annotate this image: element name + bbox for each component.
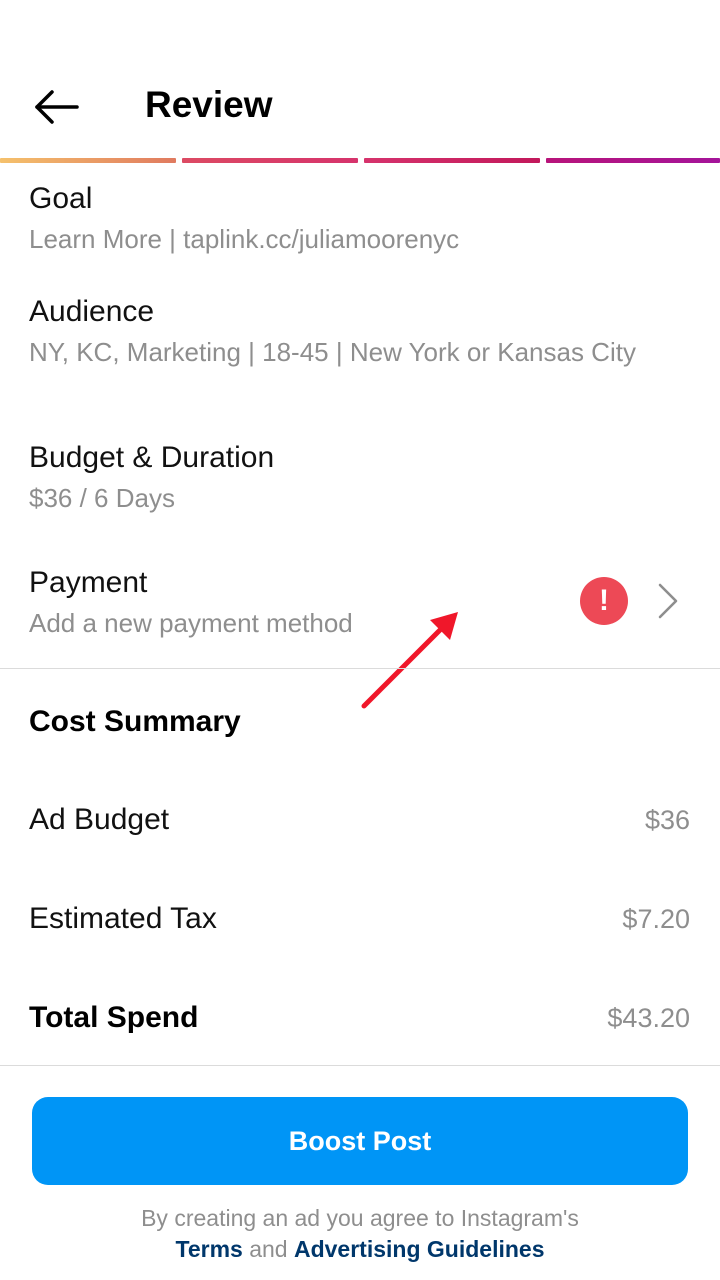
audience-title: Audience: [29, 295, 155, 328]
cost-summary-title: Cost Summary: [29, 705, 241, 738]
total-spend-label: Total Spend: [29, 1001, 199, 1034]
goal-value: Learn More | taplink.cc/juliamoorenyc: [29, 224, 460, 254]
total-spend-value: $43.20: [607, 1003, 690, 1033]
progress-segment-1: [0, 158, 176, 163]
estimated-tax-value: $7.20: [622, 904, 690, 934]
back-button[interactable]: [26, 82, 86, 132]
audience-value: NY, KC, Marketing | 18-45 | New York or …: [29, 337, 636, 367]
boost-post-button[interactable]: Boost Post: [32, 1097, 688, 1185]
chevron-right-icon[interactable]: [652, 580, 684, 622]
payment-value: Add a new payment method: [29, 608, 353, 638]
progress-bar: [0, 158, 720, 163]
progress-segment-2: [182, 158, 358, 163]
section-divider: [0, 668, 720, 669]
footer-divider: [0, 1065, 720, 1066]
ad-budget-label: Ad Budget: [29, 803, 170, 836]
exclamation-circle-icon: !: [580, 577, 628, 625]
estimated-tax-label: Estimated Tax: [29, 902, 217, 935]
legal-prefix: By creating an ad you agree to Instagram…: [141, 1205, 579, 1231]
legal-links: Terms and Advertising Guidelines: [0, 1234, 720, 1265]
legal-and: and: [249, 1236, 288, 1262]
progress-segment-4: [546, 158, 720, 163]
page-title: Review: [145, 84, 273, 125]
advertising-guidelines-link[interactable]: Advertising Guidelines: [294, 1236, 545, 1262]
terms-link[interactable]: Terms: [176, 1236, 243, 1262]
boost-review-screen: Review Goal Learn More | taplink.cc/juli…: [0, 0, 720, 1280]
budget-duration-title: Budget & Duration: [29, 441, 275, 474]
payment-title: Payment: [29, 566, 148, 599]
header: Review: [0, 0, 720, 158]
ad-budget-value: $36: [644, 805, 690, 835]
progress-segment-3: [364, 158, 540, 163]
alert-glyph: !: [599, 584, 609, 617]
budget-duration-value: $36 / 6 Days: [29, 483, 175, 513]
goal-title: Goal: [29, 182, 93, 215]
legal-text: By creating an ad you agree to Instagram…: [0, 1203, 720, 1265]
arrow-left-icon: [35, 90, 79, 124]
